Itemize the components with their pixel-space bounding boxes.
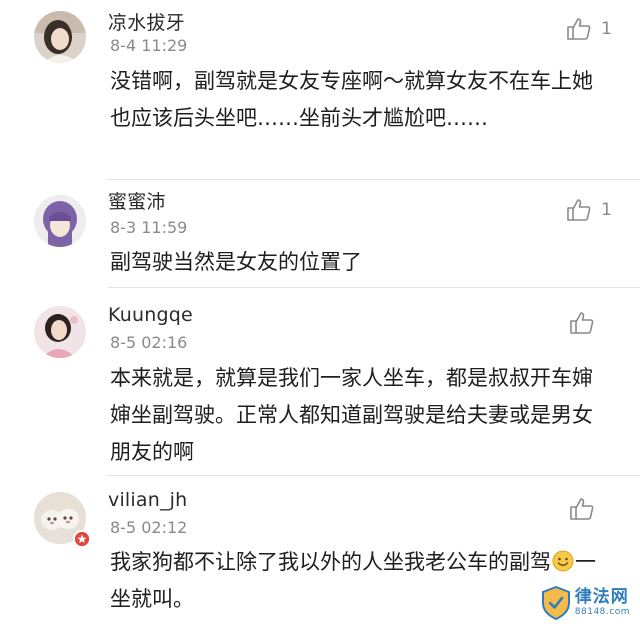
- watermark-subtitle: 88148.com: [574, 607, 630, 617]
- comment-item: 凉水拔牙 8-4 11:29 1 没错啊，副驾就是女友专座啊～就算女友不在车上她…: [0, 0, 640, 180]
- username[interactable]: Kuungqe: [108, 304, 193, 326]
- avatar[interactable]: [34, 11, 86, 63]
- comment-item: Kuungqe 8-5 02:16 本来就是，就算是我们一家人坐车，都是叔叔开车…: [0, 288, 640, 476]
- comment-text-part: 我家狗都不让除了我以外的人坐我老公车的副驾: [110, 550, 551, 574]
- avatar[interactable]: [34, 306, 86, 358]
- thumbs-up-icon: [568, 495, 596, 523]
- watermark-title: 律法网: [574, 587, 629, 607]
- comment-text: 副驾驶当然是女友的位置了: [110, 250, 362, 274]
- comment-text: 我家狗都不让除了我以外的人坐我老公车的副驾 一坐就叫。: [110, 544, 610, 618]
- username[interactable]: 蜜蜜沛: [108, 187, 166, 214]
- thumbs-up-icon: [565, 196, 593, 224]
- like-button[interactable]: [568, 308, 612, 338]
- like-count: 1: [601, 200, 612, 220]
- like-button[interactable]: [568, 494, 612, 524]
- smile-emoji-icon: [552, 550, 574, 572]
- thumbs-up-icon: [565, 15, 593, 43]
- avatar[interactable]: [34, 195, 86, 247]
- like-button[interactable]: 1: [565, 14, 612, 44]
- comment-text: 本来就是，就算是我们一家人坐车，都是叔叔开车婶婶坐副驾驶。正常人都知道副驾驶是给…: [110, 366, 593, 464]
- timestamp: 8-3 11:59: [110, 218, 188, 237]
- shield-logo-icon: [541, 586, 571, 620]
- timestamp: 8-5 02:16: [110, 333, 188, 352]
- thumbs-up-icon: [568, 309, 596, 337]
- comment-item: 蜜蜜沛 8-3 11:59 1 副驾驶当然是女友的位置了: [0, 180, 640, 288]
- timestamp: 8-5 02:12: [110, 518, 188, 537]
- like-count: 1: [601, 19, 612, 39]
- verified-badge-icon: [73, 530, 91, 548]
- like-button[interactable]: 1: [565, 195, 612, 225]
- watermark-logo: 律法网 88148.com: [541, 586, 630, 620]
- comment-text: 没错啊，副驾就是女友专座啊～就算女友不在车上她也应该后头坐吧……坐前头才尴尬吧……: [110, 69, 593, 130]
- username[interactable]: vilian_jh: [108, 489, 187, 511]
- timestamp: 8-4 11:29: [110, 36, 188, 55]
- username[interactable]: 凉水拔牙: [108, 8, 185, 35]
